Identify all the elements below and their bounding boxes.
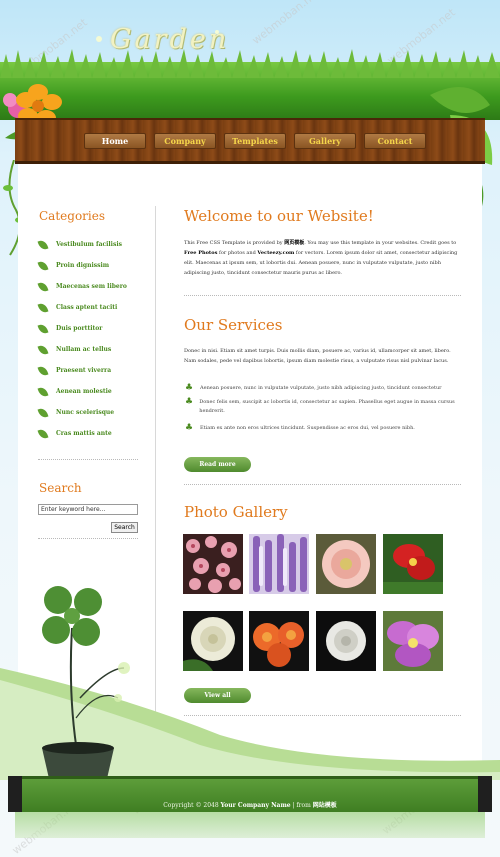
- nav-gallery[interactable]: Gallery: [294, 133, 356, 149]
- sidebar-divider: [38, 459, 138, 460]
- category-item[interactable]: Cras mattis ante: [37, 423, 127, 444]
- service-item: ♣ Etiam ex ante non eros ultrices tincidu…: [185, 423, 415, 433]
- clover-icon: ♣: [185, 397, 194, 407]
- clover-icon: ♣: [185, 423, 194, 433]
- provider-link[interactable]: 网页模板: [284, 240, 304, 246]
- welcome-text: This Free CSS Template is provided by 网页…: [184, 240, 458, 276]
- source-link[interactable]: 网站模板: [313, 802, 337, 809]
- category-link[interactable]: Aenean molestie: [56, 388, 112, 395]
- leaf-icon: [37, 280, 49, 293]
- categories-heading: Categories: [39, 209, 105, 223]
- category-item[interactable]: Class aptent taciti: [37, 297, 127, 318]
- grass-blades-decoration: [0, 49, 500, 78]
- leaf-icon: [37, 427, 49, 440]
- gallery-thumbnail-lavender[interactable]: [249, 534, 309, 594]
- leaf-icon: [37, 385, 49, 398]
- gallery-thumbnail-pink-dahlia[interactable]: [316, 534, 376, 594]
- category-item[interactable]: Praesent viverra: [37, 360, 127, 381]
- category-link[interactable]: Nunc scelerisque: [56, 409, 114, 416]
- services-title: Our Services: [184, 316, 283, 334]
- category-link[interactable]: Vestibulum facilisis: [56, 241, 122, 248]
- footer-copyright: Copyright © 2048 Your Company Name | fro…: [163, 802, 337, 809]
- leaf-icon: [37, 238, 49, 251]
- sidebar-divider: [38, 538, 138, 539]
- services-intro: Donec in nisi. Etiam sit amet turpis. Du…: [184, 348, 451, 364]
- watermark-text: webmoban.net: [249, 0, 323, 47]
- category-item[interactable]: Nunc scelerisque: [37, 402, 127, 423]
- category-link[interactable]: Cras mattis ante: [56, 430, 112, 437]
- category-item[interactable]: Nullam ac tellus: [37, 339, 127, 360]
- search-input[interactable]: [38, 504, 138, 515]
- read-more-button[interactable]: Read more: [184, 457, 251, 472]
- gallery-thumbnail-pink-blossoms[interactable]: [183, 534, 243, 594]
- category-link[interactable]: Praesent viverra: [56, 367, 111, 374]
- service-item: ♣ Donec felis sem, suscipit ac lobortis i…: [185, 397, 455, 415]
- gallery-title: Photo Gallery: [184, 503, 288, 521]
- nav-home[interactable]: Home: [84, 133, 146, 149]
- leaf-icon: [37, 406, 49, 419]
- nav-contact[interactable]: Contact: [364, 133, 426, 149]
- category-item[interactable]: Proin dignissim: [37, 255, 127, 276]
- leaf-icon: [37, 259, 49, 272]
- clover-icon: ♣: [185, 383, 194, 393]
- category-item[interactable]: Aenean molestie: [37, 381, 127, 402]
- clover-plant-decoration: [42, 586, 130, 783]
- category-link[interactable]: Duis porttitor: [56, 325, 102, 332]
- section-divider: [184, 295, 461, 296]
- gallery-thumbnail-red-flower[interactable]: [383, 534, 443, 594]
- leaf-icon: [37, 301, 49, 314]
- vecteezy-link[interactable]: Vecteezy.com: [257, 250, 294, 256]
- free-photos-link[interactable]: Free Photos: [184, 250, 217, 256]
- leaf-icon: [37, 364, 49, 377]
- leaf-icon: [37, 322, 49, 335]
- sparkle-decoration: [96, 36, 102, 42]
- service-item: ♣ Aenean posuere, nunc in vulputate vulpu…: [185, 383, 442, 393]
- category-list: Vestibulum facilisis Proin dignissim Mae…: [37, 234, 127, 444]
- category-item[interactable]: Maecenas sem libero: [37, 276, 127, 297]
- search-heading: Search: [39, 481, 82, 495]
- nav-company[interactable]: Company: [154, 133, 216, 149]
- category-link[interactable]: Proin dignissim: [56, 262, 109, 269]
- category-link[interactable]: Class aptent taciti: [56, 304, 117, 311]
- sparkle-decoration: [215, 30, 219, 34]
- section-divider: [184, 484, 461, 485]
- footer-shadow: [15, 812, 485, 838]
- nav-templates[interactable]: Templates: [224, 133, 286, 149]
- company-link[interactable]: Your Company Name: [221, 802, 291, 809]
- leaf-icon: [37, 343, 49, 356]
- category-link[interactable]: Maecenas sem libero: [56, 283, 127, 290]
- category-item[interactable]: Vestibulum facilisis: [37, 234, 127, 255]
- category-item[interactable]: Duis porttitor: [37, 318, 127, 339]
- category-link[interactable]: Nullam ac tellus: [56, 346, 111, 353]
- search-button[interactable]: Search: [111, 522, 138, 533]
- welcome-title: Welcome to our Website!: [184, 207, 374, 225]
